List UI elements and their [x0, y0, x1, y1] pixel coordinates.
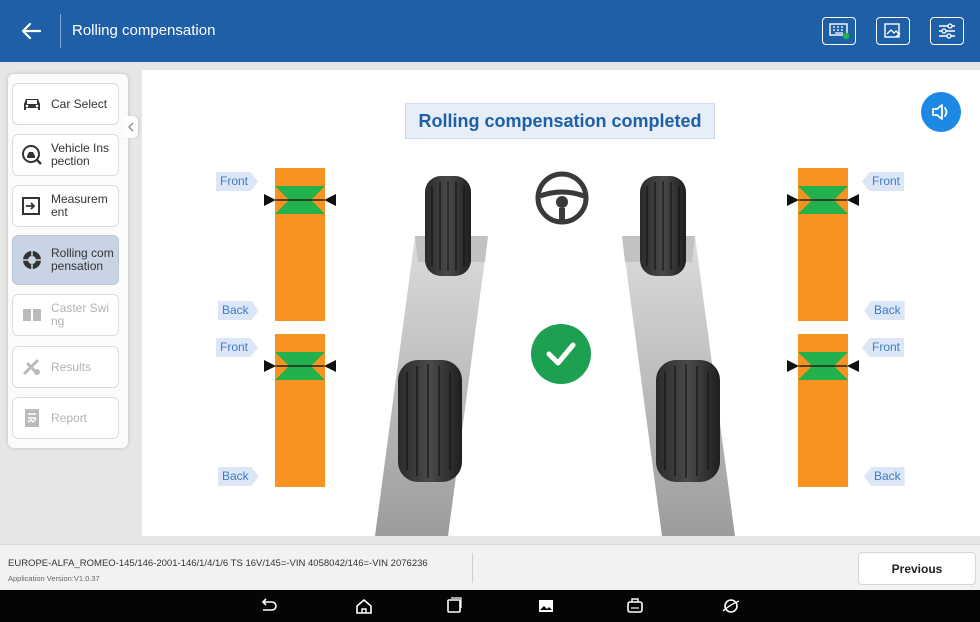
gauge-front-right [787, 168, 859, 321]
label-back-left-top: Back [218, 301, 259, 320]
label-back-right-top: Back [864, 301, 905, 320]
tire-front-left [425, 176, 471, 276]
nav-label: Results [51, 359, 92, 374]
nav-item-rolling-compensation[interactable]: Rolling compensation [12, 235, 119, 285]
page-title: Rolling compensation [72, 22, 216, 39]
nav-item-measurement[interactable]: Measurement [12, 185, 119, 227]
inspection-icon [21, 144, 43, 166]
screenshot-icon [884, 23, 901, 38]
info-divider [472, 553, 473, 583]
settings-sliders-icon [939, 23, 955, 39]
nav-item-car-select[interactable]: Car Select [12, 83, 119, 125]
speaker-icon [932, 104, 948, 120]
caster-icon [21, 304, 43, 326]
keyboard-vci-icon [829, 23, 850, 40]
chevron-left-icon [128, 122, 134, 132]
gauge-rear-left [264, 334, 336, 487]
report-icon [21, 407, 43, 429]
alignment-canvas [142, 70, 980, 536]
settings-button[interactable] [930, 17, 964, 45]
sound-button[interactable] [921, 92, 961, 132]
back-nav-icon[interactable] [257, 595, 279, 617]
tire-rear-right [656, 360, 720, 482]
app-version: Application Version:V1.0.37 [8, 574, 100, 583]
status-message: Rolling compensation completed [405, 103, 715, 139]
car-icon [21, 93, 43, 115]
label-front-right-top: Front [862, 172, 905, 191]
rolling-icon [21, 249, 43, 271]
nav-item-caster-swing[interactable]: Caster Swing [12, 294, 119, 336]
nav-item-results[interactable]: Results [12, 346, 119, 388]
gallery-icon[interactable] [535, 595, 557, 617]
nav-label: Rolling compensation [51, 246, 114, 273]
previous-button[interactable]: Previous [858, 552, 976, 585]
nav-item-report[interactable]: Report [12, 397, 119, 439]
app-header: Rolling compensation [0, 0, 980, 62]
label-front-left-bottom: Front [216, 338, 259, 357]
vci-keyboard-button[interactable] [822, 17, 856, 45]
measurement-icon [21, 195, 43, 217]
nav-label: Report [51, 410, 88, 425]
tire-front-right [640, 176, 686, 276]
label-back-right-bottom: Back [864, 467, 905, 486]
label-back-left-bottom: Back [218, 467, 259, 486]
screenshot-button[interactable] [876, 17, 910, 45]
collapse-nav-button[interactable] [124, 116, 138, 138]
browser-icon[interactable] [720, 595, 742, 617]
gauge-front-left [264, 168, 336, 321]
vci-icon[interactable] [624, 595, 646, 617]
label-front-left-top: Front [216, 172, 259, 191]
check-circle-icon [531, 324, 591, 384]
tire-rear-left [398, 360, 462, 482]
label-front-right-bottom: Front [862, 338, 905, 357]
vehicle-info-bar: EUROPE-ALFA_ROMEO-145/146-2001-146/1/4/1… [0, 544, 980, 590]
nav-label: Measurement [51, 192, 108, 219]
back-arrow-icon [21, 22, 42, 40]
system-nav-bar [0, 590, 980, 622]
nav-item-vehicle-inspection[interactable]: Vehicle Inspection [12, 134, 119, 176]
recent-apps-icon[interactable] [443, 595, 465, 617]
gauge-rear-right [787, 334, 859, 487]
results-icon [21, 356, 43, 378]
vehicle-path: EUROPE-ALFA_ROMEO-145/146-2001-146/1/4/1… [8, 558, 428, 569]
steering-wheel-icon [535, 171, 589, 225]
nav-label: Car Select [51, 96, 108, 111]
nav-label: Vehicle Inspection [51, 141, 110, 168]
header-divider [60, 14, 61, 48]
home-icon[interactable] [353, 595, 375, 617]
back-button[interactable] [10, 14, 52, 48]
nav-label: Caster Swing [51, 301, 110, 328]
